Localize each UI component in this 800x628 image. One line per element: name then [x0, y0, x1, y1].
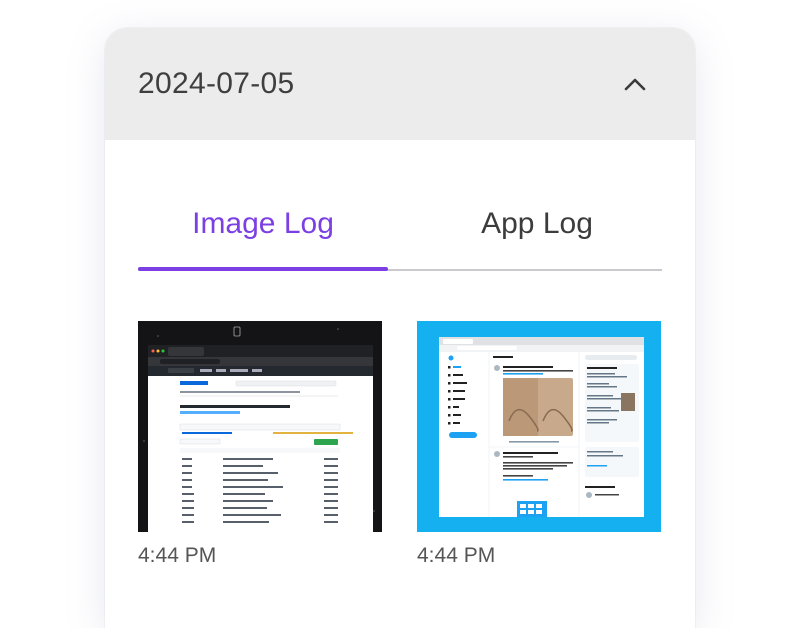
active-tab-indicator	[138, 267, 388, 271]
entry-timestamp: 4:44 PM	[138, 544, 217, 567]
screenshot-thumbnail[interactable]	[138, 321, 382, 532]
screenshot-thumbnail[interactable]	[417, 321, 661, 532]
date-header[interactable]: 2024-07-05	[105, 28, 695, 140]
github-screenshot-image	[138, 321, 382, 532]
entry-timestamp: 4:44 PM	[417, 544, 496, 567]
tab-app-log[interactable]: App Log	[412, 180, 662, 268]
image-log-card: 2024-07-05 Image Log App Log 4:44 PM 4:4…	[105, 28, 695, 628]
date-title: 2024-07-05	[138, 67, 295, 100]
chevron-up-icon[interactable]	[615, 64, 655, 104]
twitter-screenshot-image	[417, 321, 661, 532]
log-tabs: Image Log App Log	[138, 180, 662, 272]
tab-image-log[interactable]: Image Log	[138, 180, 388, 268]
